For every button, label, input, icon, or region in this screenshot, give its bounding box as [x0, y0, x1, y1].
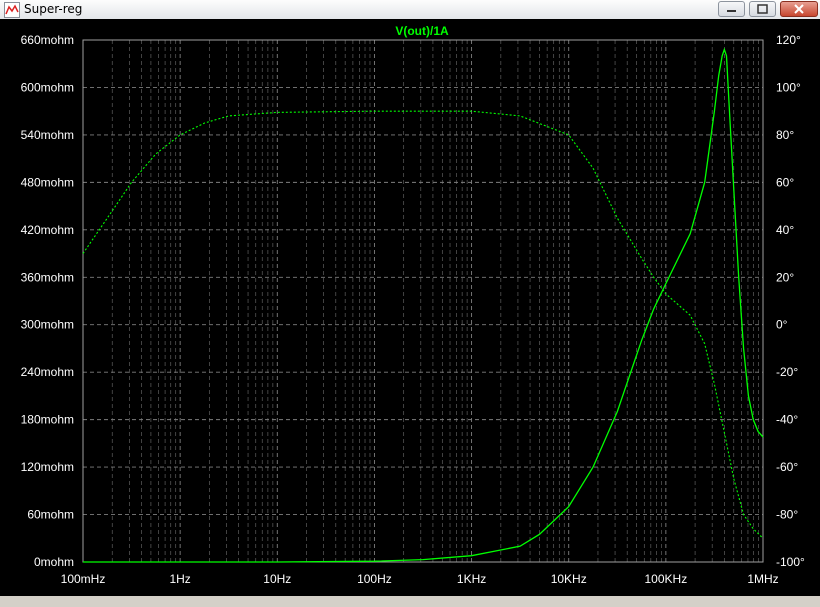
x-tick-label: 10Hz — [263, 572, 291, 586]
y-right-tick-label: -20° — [776, 365, 798, 379]
plot-frame — [82, 39, 764, 563]
magnitude-trace — [83, 47, 764, 563]
y-left-tick-label: 600mohm — [21, 80, 74, 94]
y-left-tick-label: 180mohm — [21, 413, 74, 427]
plot-grid — [82, 39, 764, 563]
y-right-tick-label: 80° — [776, 128, 794, 142]
x-tick-label: 1Hz — [169, 572, 190, 586]
maximize-button[interactable] — [749, 1, 776, 17]
close-icon — [794, 4, 804, 14]
y-left-tick-label: 360mohm — [21, 270, 74, 284]
y-right-tick-label: -60° — [776, 460, 798, 474]
x-tick-label: 100Hz — [357, 572, 392, 586]
bode-plot-chart[interactable]: 0mohm 60mohm 120mohm 180mohm 240mohm 300mohm 3… — [0, 19, 820, 596]
trace-title[interactable]: V(out)/1A — [395, 24, 449, 38]
x-tick-label: 100KHz — [645, 572, 688, 586]
y-left-tick-label: 0mohm — [34, 555, 74, 569]
waveform-icon — [4, 2, 20, 18]
y-left-tick-label: 480mohm — [21, 175, 74, 189]
y-right-tick-label: 40° — [776, 223, 794, 237]
window-titlebar[interactable]: Super-reg — [0, 0, 820, 20]
plot-traces — [82, 47, 764, 563]
x-tick-label: 100mHz — [61, 572, 106, 586]
y-right-tick-label: 120° — [776, 33, 801, 47]
minimize-button[interactable] — [718, 1, 745, 17]
y-right-tick-label: -80° — [776, 508, 798, 522]
close-button[interactable] — [780, 1, 818, 17]
x-tick-label: 10KHz — [551, 572, 587, 586]
minimize-icon — [727, 10, 736, 12]
y-left-tick-label: 540mohm — [21, 128, 74, 142]
y-right-tick-label: 20° — [776, 270, 794, 284]
y-right-tick-label: -40° — [776, 413, 798, 427]
window-title: Super-reg — [24, 2, 83, 16]
y-left-tick-label: 420mohm — [21, 223, 74, 237]
axis-labels: 0mohm 60mohm 120mohm 180mohm 240mohm 300mohm 3… — [21, 33, 805, 586]
y-left-tick-label: 120mohm — [21, 460, 74, 474]
y-right-tick-label: 100° — [776, 80, 801, 94]
y-right-tick-label: -100° — [776, 555, 805, 569]
status-strip — [0, 596, 820, 607]
x-tick-label: 1KHz — [457, 572, 486, 586]
y-right-tick-label: 60° — [776, 175, 794, 189]
y-left-tick-label: 300mohm — [21, 318, 74, 332]
x-tick-label: 1MHz — [747, 572, 778, 586]
maximize-icon — [757, 4, 768, 14]
y-left-tick-label: 60mohm — [27, 508, 74, 522]
y-right-tick-label: 0° — [776, 318, 788, 332]
y-left-tick-label: 240mohm — [21, 365, 74, 379]
plot-pane[interactable]: 0mohm 60mohm 120mohm 180mohm 240mohm 300mohm 3… — [0, 19, 820, 607]
y-left-tick-label: 660mohm — [21, 33, 74, 47]
